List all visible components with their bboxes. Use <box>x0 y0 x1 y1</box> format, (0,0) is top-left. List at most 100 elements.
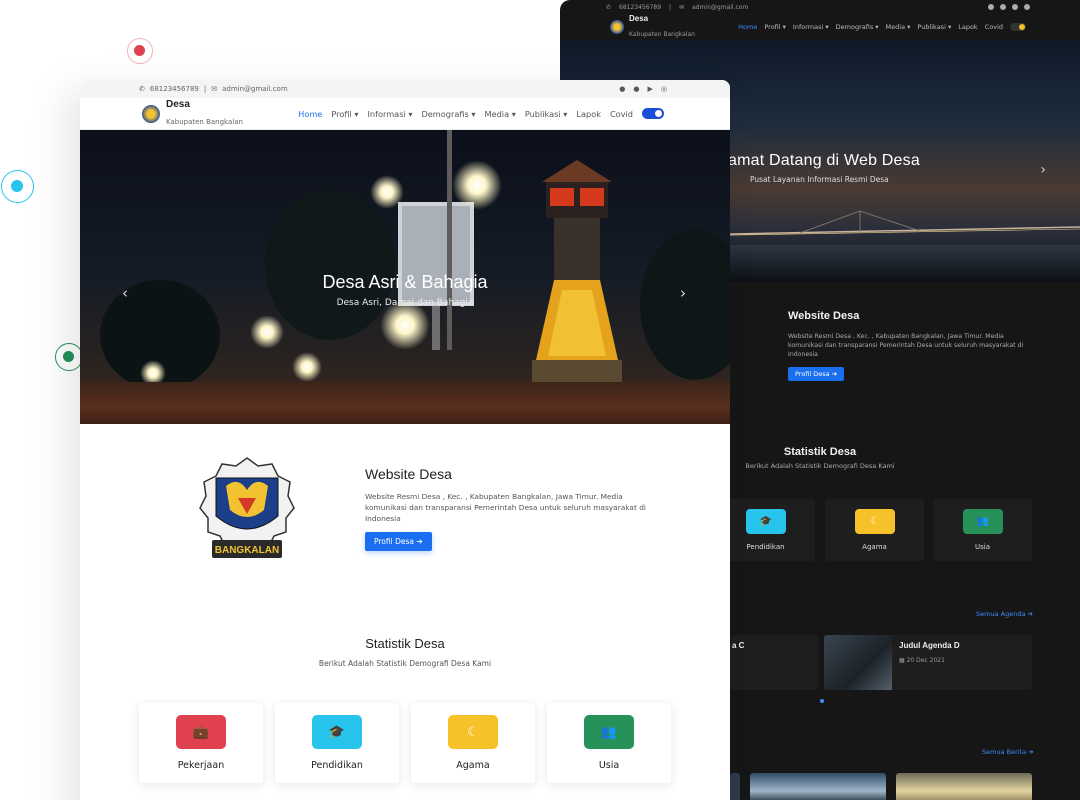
dark-agenda-pager-dot[interactable] <box>820 699 824 703</box>
hero-tree <box>265 190 395 340</box>
decor-dot-red <box>134 45 145 56</box>
youtube-icon[interactable] <box>1012 4 1018 10</box>
instagram-icon[interactable]: ◎ <box>661 85 667 93</box>
graduation-cap-icon: 🎓 <box>312 715 362 749</box>
stat-card-pendidikan[interactable]: 🎓 Pendidikan <box>275 703 399 783</box>
stat-card-label: Pekerjaan <box>177 760 225 771</box>
nav-media[interactable]: Media ▾ <box>485 109 516 119</box>
dark-hero-subtitle: Pusat Layanan Informasi Resmi Desa <box>750 175 889 184</box>
carousel-prev-icon[interactable]: ‹ <box>122 284 128 302</box>
dark-carousel-next-icon[interactable]: › <box>1040 162 1046 178</box>
phone-icon: ✆ <box>606 3 612 11</box>
mail-icon: ✉ <box>211 85 218 93</box>
stage: ✆ 68123456789 | ✉ admin@gmail.com Desa K… <box>0 0 1080 800</box>
twitter-icon[interactable]: ● <box>633 85 639 93</box>
dark-agenda-card[interactable]: Judul Agenda D ▦ 20 Dec 2021 <box>824 635 1032 690</box>
dark-brand-subtitle: Kabupaten Bangkalan <box>629 31 695 38</box>
facebook-icon[interactable]: ● <box>619 85 625 93</box>
dark-stat-card-label: Pendidikan <box>746 543 785 551</box>
hero-lamp-light <box>250 315 284 349</box>
youtube-icon[interactable]: ▶ <box>648 85 653 93</box>
twitter-icon[interactable] <box>1000 4 1006 10</box>
decor-ring-green <box>55 343 83 371</box>
dark-nav-menu: Home Profil ▾ Informasi ▾ Demografis ▾ M… <box>738 23 1026 31</box>
profil-desa-button[interactable]: Profil Desa ➔ <box>365 532 432 551</box>
graduation-cap-icon: 🎓 <box>746 509 786 534</box>
people-icon: 👥 <box>963 509 1003 534</box>
dark-stat-card-label: Usia <box>974 543 990 551</box>
dark-semua-agenda-link[interactable]: Semua Agenda ➔ <box>976 610 1033 618</box>
nav-profil[interactable]: Profil ▾ <box>331 109 358 119</box>
dark-nav-informasi[interactable]: Informasi ▾ <box>793 23 829 31</box>
dark-agenda-image <box>824 635 892 690</box>
dark-nav-covid[interactable]: Covid <box>985 23 1003 31</box>
dark-nav-media[interactable]: Media ▾ <box>886 23 911 31</box>
light-navbar: Desa Kabupaten Bangkalan Home Profil ▾ I… <box>80 98 730 130</box>
facebook-icon[interactable] <box>988 4 994 10</box>
nav-informasi[interactable]: Informasi ▾ <box>367 109 412 119</box>
dark-nav-publikasi[interactable]: Publikasi ▾ <box>917 23 951 31</box>
stat-card-label: Usia <box>598 760 620 771</box>
stat-card-pekerjaan[interactable]: 💼 Pekerjaan <box>139 703 263 783</box>
decor-ring-cyan <box>1 170 34 203</box>
light-brand-title: Desa <box>166 99 190 111</box>
dark-nav-demografis[interactable]: Demografis ▾ <box>836 23 879 31</box>
carousel-next-icon[interactable]: › <box>680 284 686 302</box>
dark-stat-card-pendidikan[interactable]: 🎓 Pendidikan <box>716 499 815 561</box>
logo-caption: BANGKALAN <box>215 545 279 556</box>
dark-nav-lapok[interactable]: Lapok <box>958 23 977 31</box>
dark-stat-card-usia[interactable]: 👥 Usia <box>933 499 1032 561</box>
dark-hero-title: amat Datang di Web Desa <box>728 152 920 169</box>
dark-topbar: ✆ 68123456789 | ✉ admin@gmail.com <box>560 0 1080 14</box>
dark-theme-toggle[interactable] <box>1010 23 1026 31</box>
hero-lamp-light <box>452 160 502 210</box>
about-title: Website Desa <box>365 466 452 482</box>
dark-stats-subtitle: Berikut Adalah Statistik Demografi Desa … <box>745 462 895 470</box>
dark-about-title: Website Desa <box>788 310 860 322</box>
nav-home[interactable]: Home <box>298 109 322 119</box>
dark-email-text: admin@gmail.com <box>692 3 749 11</box>
dark-about-section: Website Desa Website Resmi Desa , Kec. ,… <box>788 310 1028 381</box>
dark-semua-berita-link[interactable]: Semua Berita ➔ <box>982 748 1034 756</box>
light-topbar: ✆ 68123456789 | ✉ admin@gmail.com ● ● ▶ … <box>80 80 730 98</box>
light-theme-toggle[interactable] <box>642 108 664 119</box>
dark-about-text: Website Resmi Desa , Kec. , Kabupaten Ba… <box>788 333 1024 358</box>
light-hero-carousel: Desa Asri & Bahagia Desa Asri, Damai dan… <box>80 130 730 424</box>
dark-agenda-card[interactable]: a C <box>730 635 818 690</box>
dark-agenda-title: a C <box>732 641 745 650</box>
light-logo-icon[interactable] <box>142 104 160 123</box>
stat-card-label: Pendidikan <box>311 760 363 771</box>
dark-social-links <box>988 4 1030 10</box>
light-brand[interactable]: Desa Kabupaten Bangkalan <box>166 99 243 128</box>
nav-demografis[interactable]: Demografis ▾ <box>421 109 475 119</box>
dark-brand[interactable]: Desa Kabupaten Bangkalan <box>629 15 695 39</box>
dark-logo-icon[interactable] <box>610 20 624 34</box>
instagram-icon[interactable] <box>1024 4 1030 10</box>
nav-lapok[interactable]: Lapok <box>576 109 601 119</box>
dark-stat-card-agama[interactable]: ☾ Agama <box>825 499 924 561</box>
decor-dot-green <box>63 351 74 362</box>
dark-news-card[interactable] <box>750 773 886 800</box>
moon-icon: ☾ <box>855 509 895 534</box>
dark-stats-title: Statistik Desa <box>783 446 857 458</box>
dark-navbar: Desa Kabupaten Bangkalan Home Profil ▾ I… <box>560 14 1080 40</box>
dark-brand-title: Desa <box>629 14 649 23</box>
dark-news-card[interactable] <box>896 773 1032 800</box>
nav-covid[interactable]: Covid <box>610 109 633 119</box>
stats-title: Statistik Desa <box>365 636 445 651</box>
dark-nav-profil[interactable]: Profil ▾ <box>764 23 786 31</box>
about-section: Website Desa Website Resmi Desa , Kec. ,… <box>365 466 665 551</box>
people-icon: 👥 <box>584 715 634 749</box>
dark-stat-card-label: Agama <box>862 543 887 551</box>
dark-agenda-date: ▦ 20 Dec 2021 <box>899 657 945 664</box>
hero-road <box>80 382 730 424</box>
light-social-links: ● ● ▶ ◎ <box>619 85 667 93</box>
briefcase-icon: 💼 <box>176 715 226 749</box>
dark-news-card[interactable] <box>730 773 740 800</box>
stat-card-agama[interactable]: ☾ Agama <box>411 703 535 783</box>
dark-nav-home[interactable]: Home <box>738 23 757 31</box>
nav-publikasi[interactable]: Publikasi ▾ <box>525 109 568 119</box>
stat-card-usia[interactable]: 👥 Usia <box>547 703 671 783</box>
hero-lamp-light <box>370 175 404 209</box>
dark-profil-desa-button[interactable]: Profil Desa ➔ <box>788 367 845 381</box>
